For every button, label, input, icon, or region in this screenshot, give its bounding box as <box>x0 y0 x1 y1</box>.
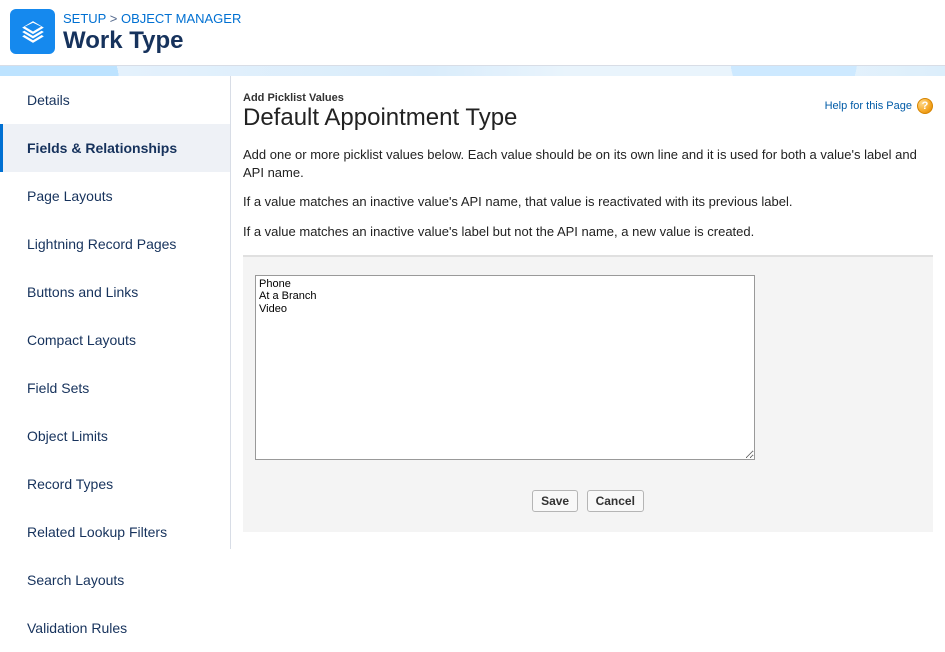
breadcrumb-setup[interactable]: Setup <box>63 11 106 26</box>
object-icon <box>10 9 55 54</box>
sidebar-item-label: Fields & Relationships <box>27 140 177 156</box>
sidebar-item-compact-layouts[interactable]: Compact Layouts <box>0 316 230 364</box>
sidebar-item-details[interactable]: Details <box>0 76 230 124</box>
breadcrumb-object-manager[interactable]: Object Manager <box>121 11 241 26</box>
breadcrumb-sep: > <box>110 11 118 26</box>
sidebar-item-search-layouts[interactable]: Search Layouts <box>0 556 230 604</box>
sidebar-item-label: Object Limits <box>27 428 108 444</box>
subheader: Add Picklist Values <box>243 92 517 104</box>
description-1: Add one or more picklist values below. E… <box>243 146 933 181</box>
description-3: If a value matches an inactive value's l… <box>243 223 933 241</box>
breadcrumb: Setup > Object Manager <box>63 8 241 27</box>
heading-block: Add Picklist Values Default Appointment … <box>243 92 517 146</box>
sidebar-item-label: Buttons and Links <box>27 284 138 300</box>
description-2: If a value matches an inactive value's A… <box>243 193 933 211</box>
page-heading: Default Appointment Type <box>243 104 517 132</box>
sidebar-item-label: Validation Rules <box>27 620 127 636</box>
sidebar-item-related-lookup-filters[interactable]: Related Lookup Filters <box>0 508 230 556</box>
help-icon[interactable]: ? <box>917 98 933 114</box>
sidebar-item-label: Field Sets <box>27 380 89 396</box>
sidebar-item-page-layouts[interactable]: Page Layouts <box>0 172 230 220</box>
sidebar-item-label: Page Layouts <box>27 188 113 204</box>
page-title: Work Type <box>63 27 241 56</box>
sidebar-item-fields-relationships[interactable]: Fields & Relationships <box>0 124 230 172</box>
help-wrap: Help for this Page ? <box>825 92 933 114</box>
header: Setup > Object Manager Work Type <box>0 0 945 66</box>
help-link[interactable]: Help for this Page <box>825 100 912 112</box>
button-row: Save Cancel <box>255 484 921 520</box>
sidebar-item-validation-rules[interactable]: Validation Rules <box>0 604 230 652</box>
save-button[interactable]: Save <box>532 490 578 512</box>
sidebar-item-buttons-and-links[interactable]: Buttons and Links <box>0 268 230 316</box>
sidebar-item-label: Record Types <box>27 476 113 492</box>
sidebar-item-object-limits[interactable]: Object Limits <box>0 412 230 460</box>
sidebar-item-label: Compact Layouts <box>27 332 136 348</box>
header-text: Setup > Object Manager Work Type <box>63 8 241 55</box>
form-block: Save Cancel <box>243 255 933 532</box>
sidebar-item-record-types[interactable]: Record Types <box>0 460 230 508</box>
sidebar-item-label: Related Lookup Filters <box>27 524 167 540</box>
layers-icon <box>20 19 46 45</box>
content: Add Picklist Values Default Appointment … <box>231 76 945 549</box>
cancel-button[interactable]: Cancel <box>587 490 644 512</box>
sidebar-item-label: Lightning Record Pages <box>27 236 176 252</box>
sidebar-item-lightning-record-pages[interactable]: Lightning Record Pages <box>0 220 230 268</box>
layout: Details Fields & Relationships Page Layo… <box>0 76 945 549</box>
sidebar-item-field-sets[interactable]: Field Sets <box>0 364 230 412</box>
content-top: Add Picklist Values Default Appointment … <box>243 92 933 146</box>
sidebar-item-label: Search Layouts <box>27 572 124 588</box>
picklist-values-textarea[interactable] <box>255 275 755 460</box>
gradient-bar <box>0 66 945 76</box>
sidebar-item-label: Details <box>27 92 70 108</box>
sidebar: Details Fields & Relationships Page Layo… <box>0 76 231 549</box>
